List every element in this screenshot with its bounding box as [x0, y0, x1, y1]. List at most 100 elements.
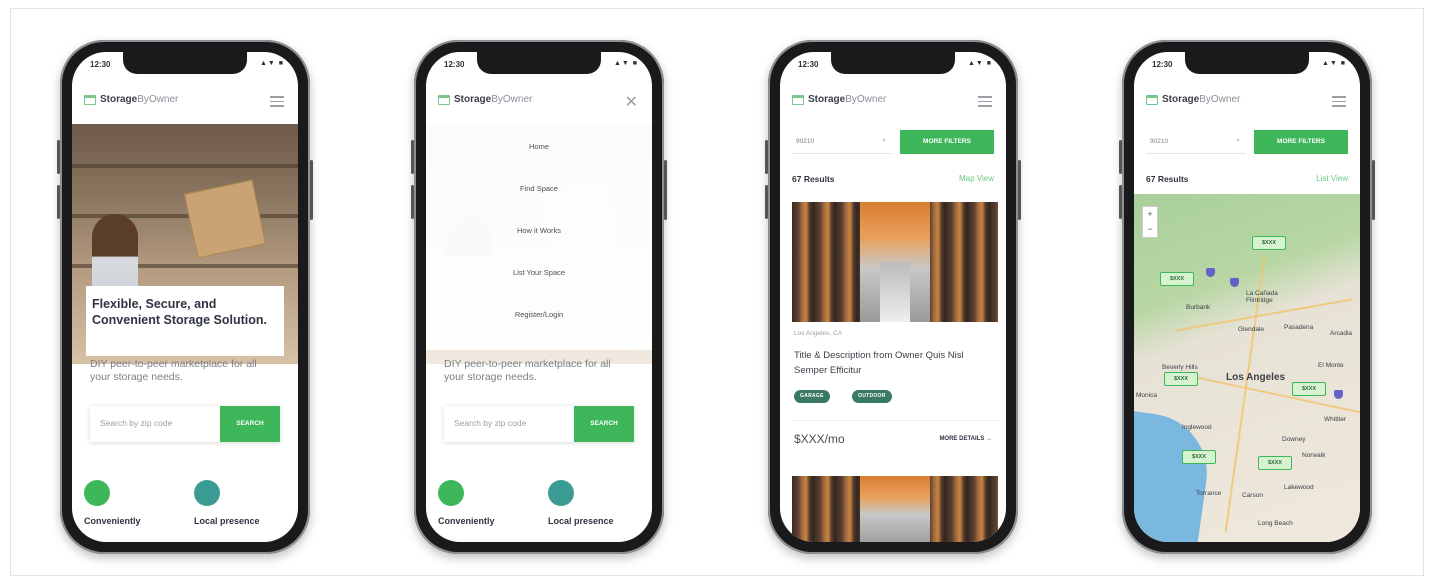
location-search-input[interactable]: 90210 ⌕: [1146, 130, 1246, 154]
price-pin[interactable]: $XXX: [1164, 372, 1198, 386]
brand-logo[interactable]: Storage ByOwner: [84, 94, 178, 105]
storage-logo-icon: [792, 94, 804, 105]
search-button[interactable]: SEARCH: [574, 406, 634, 442]
zoom-out-button[interactable]: −: [1143, 222, 1157, 237]
map-place-label: La Cañada Flintridge: [1246, 290, 1278, 304]
highway-shield-icon: [1334, 390, 1343, 399]
status-time: 12:30: [90, 60, 111, 69]
map-place-label: Beverly Hills: [1162, 364, 1198, 371]
feature-check-icon: [84, 480, 110, 506]
map-zoom-control: + −: [1142, 206, 1158, 238]
brand-name-light: ByOwner: [845, 94, 887, 105]
listing-title[interactable]: Title & Description from Owner Quis Nisl…: [794, 348, 990, 378]
hero-card: Flexible, Secure, and Convenient Storage…: [86, 286, 284, 356]
map-place-label: Carson: [1242, 492, 1263, 499]
zip-search: Search by zip code SEARCH: [444, 406, 634, 442]
search-value: 90210: [1150, 138, 1169, 145]
feature-label: Local presence: [548, 516, 614, 526]
search-button[interactable]: SEARCH: [220, 406, 280, 442]
search-value: 90210: [796, 138, 815, 145]
signal-icons: ▲▼ ■: [967, 60, 992, 67]
price-pin[interactable]: $XXX: [1252, 236, 1286, 250]
brand-logo[interactable]: Storage ByOwner: [792, 94, 886, 105]
brand-name-bold: Storage: [1162, 94, 1200, 105]
map-canvas[interactable]: Burbank La Cañada Flintridge Glendale Pa…: [1134, 194, 1360, 542]
location-search-input[interactable]: 90210 ⌕: [792, 130, 892, 154]
app-header: Storage ByOwner: [1134, 86, 1360, 116]
app-header: Storage ByOwner: [72, 86, 298, 116]
menu-item-find-space[interactable]: Find Space: [426, 184, 652, 193]
hero-subtitle: DIY peer-to-peer marketplace for all you…: [444, 358, 611, 383]
map-view-link[interactable]: Map View: [959, 174, 994, 183]
search-row: 90210 ⌕ MORE FILTERS: [792, 130, 994, 154]
storage-logo-icon: [438, 94, 450, 105]
storage-logo-icon: [84, 94, 96, 105]
more-filters-button[interactable]: MORE FILTERS: [1254, 130, 1348, 154]
zip-search: Search by zip code SEARCH: [90, 406, 280, 442]
feature-location-icon: [548, 480, 574, 506]
phone-menu: 12:30 ▲▼ ■ Storage ByOwner ✕ Home Find Sp…: [411, 40, 667, 554]
price-pin[interactable]: $XXX: [1292, 382, 1326, 396]
listing-image[interactable]: [792, 476, 998, 542]
menu-item-register-login[interactable]: Register/Login: [426, 310, 652, 319]
listing-price: $XXX/mo: [794, 432, 845, 446]
listing-tag: GARAGE: [794, 390, 830, 403]
highway-shield-icon: [1230, 278, 1239, 287]
status-time: 12:30: [1152, 60, 1173, 69]
map-place-label: Arcadia: [1330, 330, 1353, 337]
brand-name-light: ByOwner: [491, 94, 533, 105]
hero-subtitle: DIY peer-to-peer marketplace for all you…: [90, 358, 257, 383]
feature-label: Local presence: [194, 516, 260, 526]
map-place-label: Whittier: [1324, 416, 1347, 423]
listing-divider: [792, 420, 998, 421]
more-filters-button[interactable]: MORE FILTERS: [900, 130, 994, 154]
phone-notch: [123, 52, 247, 74]
search-icon: ⌕: [882, 137, 886, 144]
results-header: 67 Results Map View: [792, 174, 994, 184]
brand-name-bold: Storage: [454, 94, 492, 105]
hamburger-menu-icon[interactable]: [1332, 96, 1346, 107]
menu-item-list-space[interactable]: List Your Space: [426, 268, 652, 277]
list-view-link[interactable]: List View: [1316, 174, 1348, 183]
signal-icons: ▲▼ ■: [613, 60, 638, 67]
listing-image[interactable]: [792, 202, 998, 322]
feature-label: Conveniently: [84, 516, 141, 526]
map-place-label: El Monte: [1318, 362, 1344, 369]
phone-notch: [477, 52, 601, 74]
map-place-label: Long Beach: [1258, 520, 1293, 527]
signal-icons: ▲▼ ■: [259, 60, 284, 67]
price-pin[interactable]: $XXX: [1182, 450, 1216, 464]
zoom-in-button[interactable]: +: [1143, 207, 1157, 222]
close-icon[interactable]: ✕: [625, 92, 638, 112]
brand-logo[interactable]: Storage ByOwner: [438, 94, 532, 105]
map-place-label: Lakewood: [1284, 484, 1314, 491]
brand-name-light: ByOwner: [137, 94, 179, 105]
feature-check-icon: [438, 480, 464, 506]
price-pin[interactable]: $XXX: [1258, 456, 1292, 470]
signal-icons: ▲▼ ■: [1321, 60, 1346, 67]
more-details-link[interactable]: MORE DETAILS →: [939, 436, 992, 442]
price-pin[interactable]: $XXX: [1160, 272, 1194, 286]
highway-shield-icon: [1206, 268, 1215, 277]
screen-map: 12:30 ▲▼ ■ Storage ByOwner 90210 ⌕ MORE F…: [1134, 52, 1360, 542]
screen-home: 12:30 ▲▼ ■ Storage ByOwner Flexible, Secu…: [72, 52, 298, 542]
brand-name-light: ByOwner: [1199, 94, 1241, 105]
phone-notch: [1185, 52, 1309, 74]
hero-title: Flexible, Secure, and Convenient Storage…: [92, 297, 268, 327]
brand-name-bold: Storage: [100, 94, 138, 105]
feature-label: Conveniently: [438, 516, 495, 526]
hamburger-menu-icon[interactable]: [270, 96, 284, 107]
map-place-label: Inglewood: [1182, 424, 1212, 431]
listing-location: Los Angeles, CA: [794, 330, 843, 337]
app-header: Storage ByOwner ✕: [426, 86, 652, 116]
hamburger-menu-icon[interactable]: [978, 96, 992, 107]
results-header: 67 Results List View: [1146, 174, 1348, 184]
map-place-label: Monica: [1136, 392, 1157, 399]
phone-list: 12:30 ▲▼ ■ Storage ByOwner 90210 ⌕ MORE F…: [765, 40, 1021, 554]
zip-input[interactable]: Search by zip code: [100, 418, 172, 428]
zip-input[interactable]: Search by zip code: [454, 418, 526, 428]
brand-logo[interactable]: Storage ByOwner: [1146, 94, 1240, 105]
menu-item-home[interactable]: Home: [426, 142, 652, 151]
menu-item-how-it-works[interactable]: How it Works: [426, 226, 652, 235]
map-place-label: Torrance: [1196, 490, 1222, 497]
